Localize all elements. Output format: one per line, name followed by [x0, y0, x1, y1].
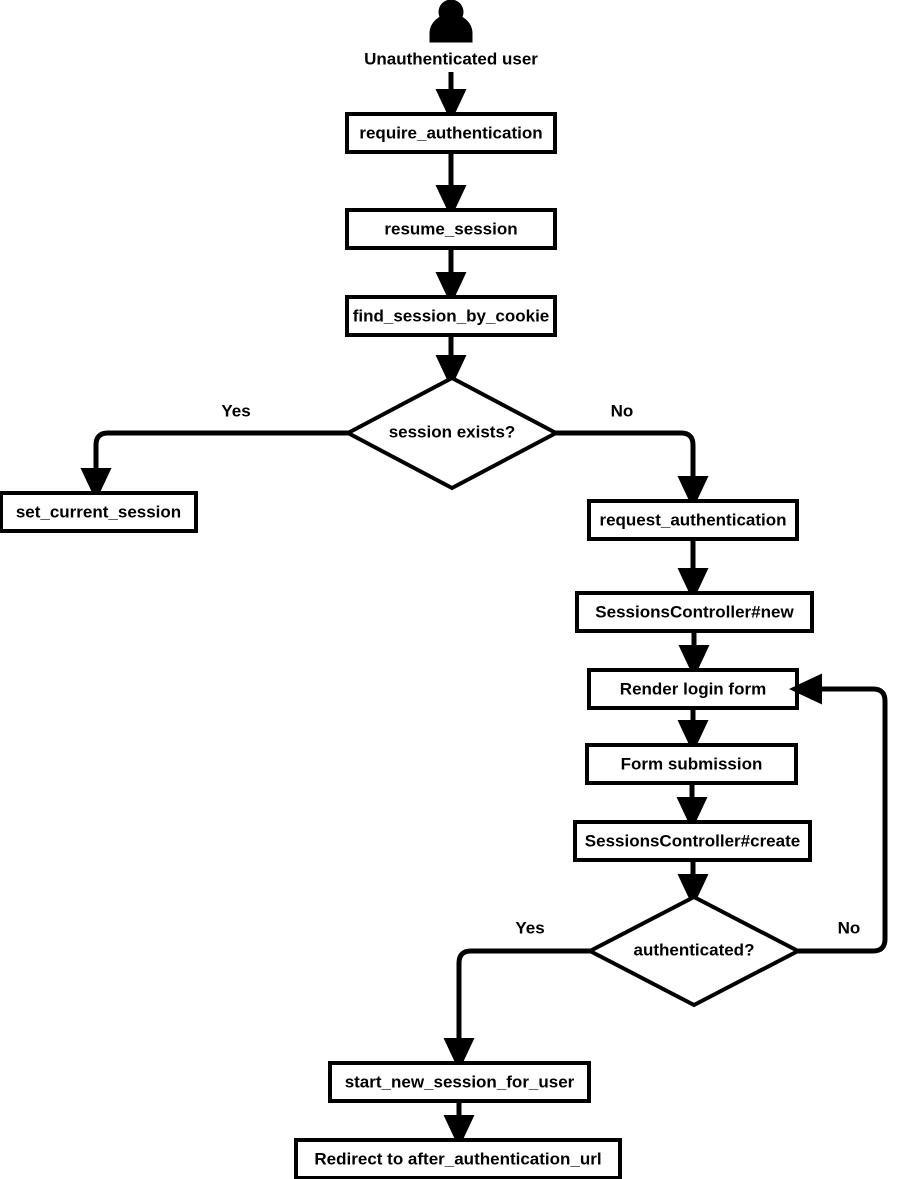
node-require-authentication: require_authentication [345, 112, 557, 154]
edge-authenticated-yes [443, 948, 590, 1071]
node-set-current-session-label: set_current_session [16, 502, 181, 521]
node-request-authentication: request_authentication [587, 499, 799, 541]
node-set-current-session: set_current_session [0, 491, 198, 533]
node-sessions-controller-create: SessionsController#create [573, 820, 812, 862]
node-start-new-session-for-user-label: start_new_session_for_user [345, 1072, 575, 1091]
node-session-exists-label: session exists? [389, 422, 516, 441]
node-sessions-controller-new: SessionsController#new [575, 591, 814, 633]
edge-label-session-exists-no: No [611, 401, 634, 420]
node-start-new-session-for-user: start_new_session_for_user [328, 1061, 591, 1103]
node-sessions-controller-new-label: SessionsController#new [595, 602, 794, 621]
edge-session-exists-no [556, 430, 709, 509]
node-request-authentication-label: request_authentication [599, 510, 786, 529]
flowchart-diagram: Unauthenticated user require_authenticat… [0, 0, 907, 1179]
node-render-login-form-label: Render login form [620, 679, 766, 698]
node-sessions-controller-create-label: SessionsController#create [585, 831, 800, 850]
node-session-exists-decision: session exists? [343, 375, 561, 491]
node-find-session-by-cookie: find_session_by_cookie [345, 295, 557, 337]
node-find-session-by-cookie-label: find_session_by_cookie [353, 306, 550, 325]
edge-label-authenticated-no: No [838, 918, 861, 937]
node-form-submission-label: Form submission [621, 754, 763, 773]
node-authenticated-decision: authenticated? [585, 894, 803, 1008]
edge-label-session-exists-yes: Yes [221, 401, 250, 420]
edge-label-authenticated-yes: Yes [515, 918, 544, 937]
node-authenticated-label: authenticated? [634, 940, 755, 959]
edge-session-exists-yes [80, 430, 348, 501]
node-resume-session-label: resume_session [384, 219, 517, 238]
node-redirect-after-authentication-url-label: Redirect to after_authentication_url [314, 1149, 601, 1168]
node-render-login-form: Render login form [587, 668, 799, 710]
actor-label: Unauthenticated user [364, 49, 538, 68]
person-icon [429, 0, 473, 43]
node-form-submission: Form submission [585, 743, 798, 785]
node-require-authentication-label: require_authentication [359, 123, 542, 142]
node-resume-session: resume_session [345, 208, 557, 250]
node-redirect-after-authentication-url: Redirect to after_authentication_url [294, 1138, 622, 1179]
